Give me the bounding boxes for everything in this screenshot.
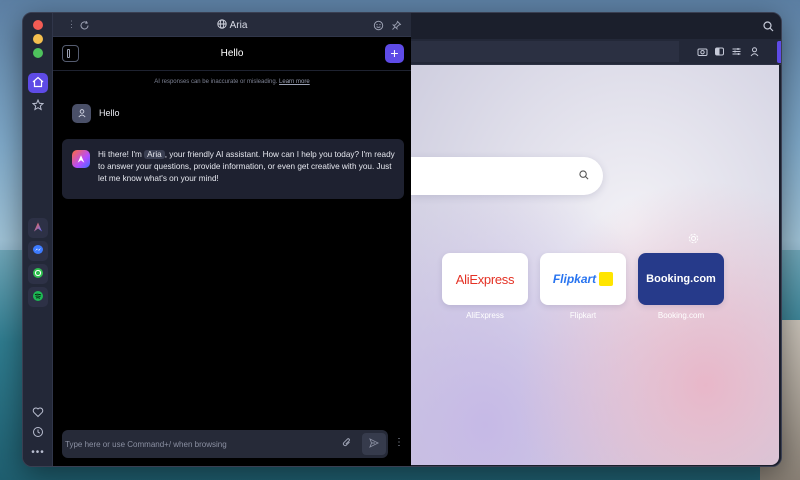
easy-setup-icon[interactable] — [729, 44, 743, 58]
star-icon — [31, 98, 45, 114]
tile-label-flipkart: Flipkart — [569, 311, 597, 320]
sidebar-item-history[interactable] — [28, 423, 48, 443]
browser-window: ••• AliExpress AliExpress Flipkart Flipk… — [22, 12, 782, 467]
tile-label-booking: Booking.com — [657, 311, 705, 320]
tab-bar — [411, 13, 781, 39]
spotify-icon — [32, 290, 44, 305]
assistant-message: Hi there! I'm Aria, your friendly AI ass… — [62, 139, 404, 199]
minimize-window-button[interactable] — [33, 34, 43, 44]
user-avatar — [72, 103, 91, 123]
user-message-text: Hello — [99, 108, 120, 118]
tile-label-aliexpress: AliExpress — [466, 311, 504, 320]
sidebar-toggle-strip[interactable] — [777, 41, 781, 63]
speed-dial-tile-flipkart[interactable]: Flipkart — [540, 253, 626, 305]
aliexpress-logo: AliExpress — [455, 271, 515, 287]
speed-dial-tile-aliexpress[interactable]: AliExpress — [442, 253, 528, 305]
speed-dial-tile-booking[interactable]: Booking.com — [638, 253, 724, 305]
assistant-text-rest: , your friendly AI assistant. How can I … — [98, 150, 395, 183]
pin-icon[interactable] — [391, 18, 402, 36]
profile-icon[interactable] — [747, 44, 761, 58]
more-options-icon[interactable]: ⋮ — [394, 437, 404, 448]
adblock-icon[interactable] — [712, 44, 726, 58]
new-chat-button[interactable]: + — [385, 44, 404, 63]
learn-more-link[interactable]: Learn more — [279, 79, 310, 85]
flipkart-bag-icon — [599, 272, 614, 286]
aria-logo-icon — [72, 150, 90, 168]
sidebar-item-favorites[interactable] — [28, 403, 48, 423]
sidebar-item-home[interactable] — [28, 73, 48, 93]
booking-logo: Booking.com — [646, 273, 716, 285]
speed-dial-search[interactable] — [411, 157, 603, 195]
speed-dial-page: AliExpress AliExpress Flipkart Flipkart … — [411, 65, 779, 465]
sidebar-item-bookmarks[interactable] — [28, 96, 48, 116]
chat-input-area — [62, 430, 388, 458]
search-icon — [579, 169, 589, 183]
sidebar-item-messenger[interactable] — [28, 241, 48, 261]
chat-header: Hello + — [53, 37, 411, 71]
sidebar-item-aria[interactable] — [28, 218, 48, 238]
aria-title-bar: Aria — [53, 19, 411, 32]
close-window-button[interactable] — [33, 20, 43, 30]
chat-input[interactable] — [65, 435, 335, 453]
aria-icon — [32, 221, 44, 236]
assistant-text-start: Hi there! I'm — [98, 150, 142, 159]
sidebar-item-spotify[interactable] — [28, 287, 48, 307]
disclaimer-text: AI responses can be inaccurate or mislea… — [154, 79, 278, 85]
attach-paperclip-icon[interactable] — [342, 437, 352, 451]
home-icon — [32, 76, 44, 91]
aria-title: Aria — [229, 20, 248, 32]
whatsapp-icon — [32, 267, 44, 282]
ai-disclaimer: AI responses can be inaccurate or mislea… — [53, 79, 411, 85]
assistant-message-text: Hi there! I'm Aria, your friendly AI ass… — [98, 149, 398, 185]
url-field[interactable] — [411, 41, 679, 62]
sidebar-item-whatsapp[interactable] — [28, 264, 48, 284]
send-button[interactable] — [362, 433, 386, 455]
send-arrow-icon — [369, 437, 380, 451]
aria-name-chip: Aria — [144, 150, 165, 159]
maximize-window-button[interactable] — [33, 48, 43, 58]
chat-title: Hello — [220, 48, 244, 59]
globe-icon — [216, 19, 227, 32]
sidebar: ••• — [23, 13, 53, 466]
customize-gear-icon[interactable] — [688, 233, 699, 247]
emoji-icon[interactable] — [373, 18, 384, 36]
sidebar-item-more[interactable]: ••• — [28, 442, 48, 462]
heart-icon — [32, 406, 44, 421]
more-icon: ••• — [31, 446, 45, 458]
aria-top-bar: ⋮ Aria — [53, 13, 411, 37]
search-tabs-icon[interactable] — [761, 19, 775, 33]
address-bar — [411, 39, 781, 65]
browser-area: AliExpress AliExpress Flipkart Flipkart … — [411, 13, 781, 466]
messenger-icon — [32, 244, 44, 259]
camera-icon[interactable] — [695, 44, 709, 58]
flipkart-logo: Flipkart — [552, 272, 597, 286]
history-icon — [32, 426, 44, 441]
aria-panel: ⋮ Aria Hello + AI responses can be inacc… — [53, 13, 411, 466]
user-message: Hello — [72, 103, 120, 123]
